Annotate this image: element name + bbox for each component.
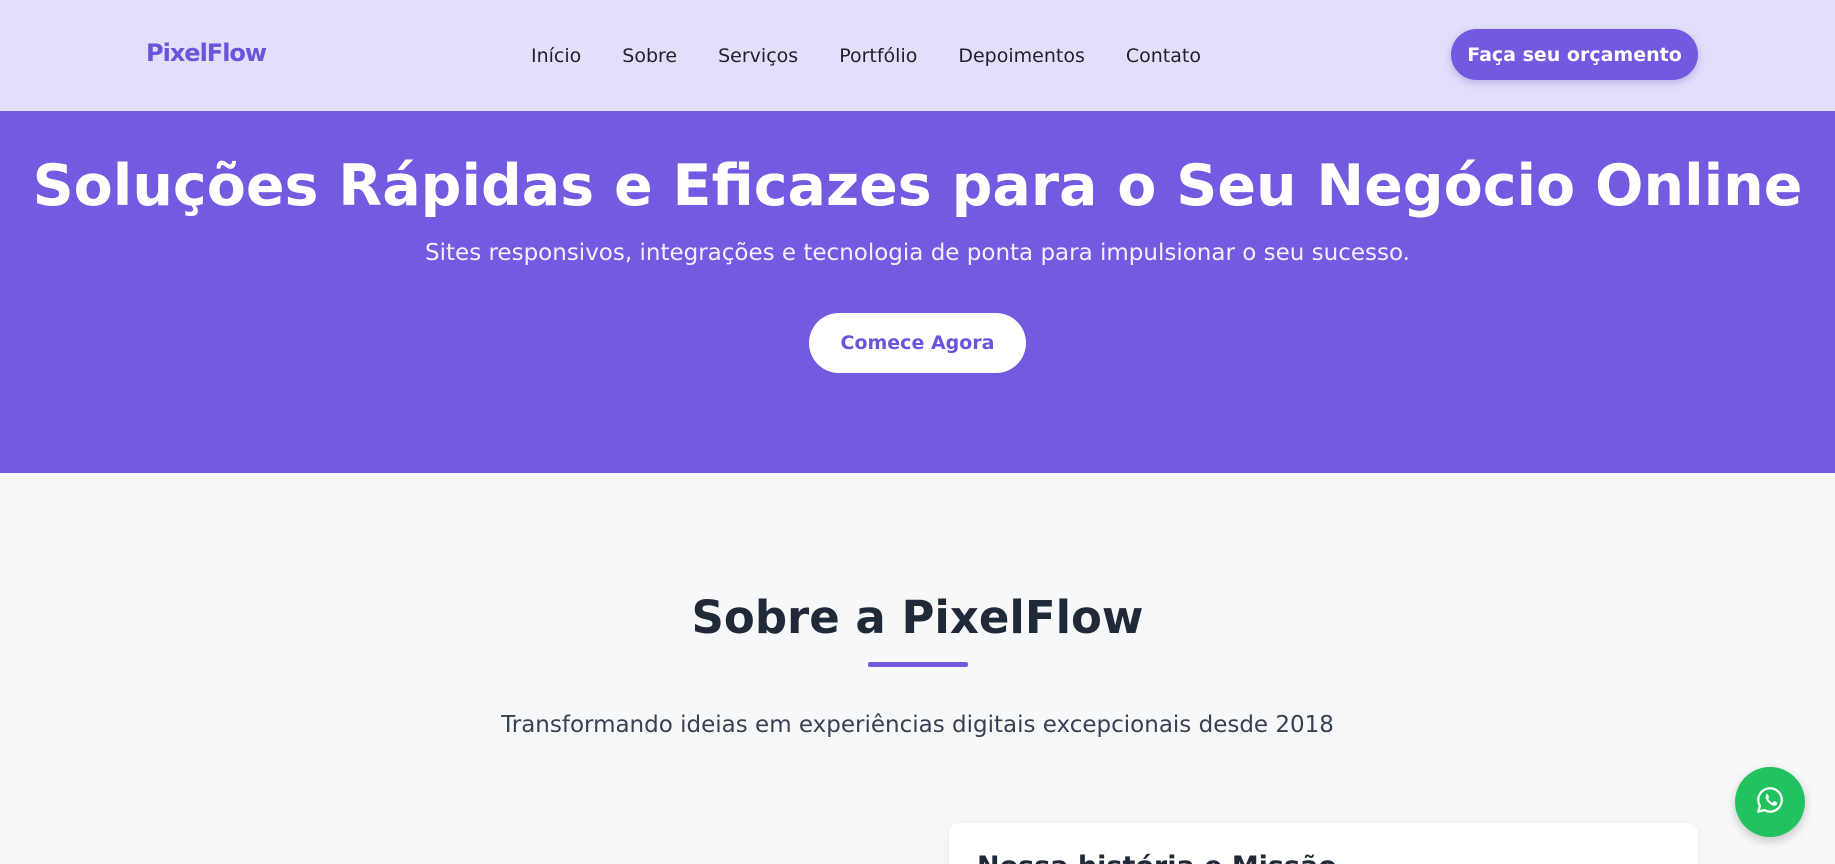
start-now-button[interactable]: Comece Agora	[809, 313, 1026, 373]
nav-item-portfolio[interactable]: Portfólio	[839, 45, 917, 67]
hero-title: Soluções Rápidas e Eficazes para o Seu N…	[32, 153, 1803, 219]
history-card-title: Nossa história e Missão	[977, 851, 1337, 864]
about-subtitle: Transformando ideias em experiências dig…	[501, 712, 1334, 738]
quote-button[interactable]: Faça seu orçamento	[1451, 29, 1698, 80]
hero-subtitle: Sites responsivos, integrações e tecnolo…	[425, 240, 1410, 266]
nav-item-depoimentos[interactable]: Depoimentos	[958, 45, 1085, 67]
nav-item-inicio[interactable]: Início	[531, 45, 581, 67]
logo[interactable]: PixelFlow	[146, 36, 267, 70]
site-header: PixelFlow Início Sobre Serviços Portfóli…	[0, 0, 1835, 111]
history-card: Nossa história e Missão	[949, 823, 1698, 864]
whatsapp-button[interactable]	[1735, 767, 1805, 837]
about-title: Sobre a PixelFlow	[691, 591, 1144, 644]
whatsapp-icon	[1755, 785, 1785, 819]
logo-text: PixelFlow	[146, 39, 267, 67]
nav-item-servicos[interactable]: Serviços	[718, 45, 798, 67]
nav-item-sobre[interactable]: Sobre	[622, 45, 677, 67]
hero-section: Soluções Rápidas e Eficazes para o Seu N…	[0, 111, 1835, 473]
nav-item-contato[interactable]: Contato	[1126, 45, 1201, 67]
main-nav: Início Sobre Serviços Portfólio Depoimen…	[531, 0, 1242, 111]
title-underline	[868, 662, 968, 667]
